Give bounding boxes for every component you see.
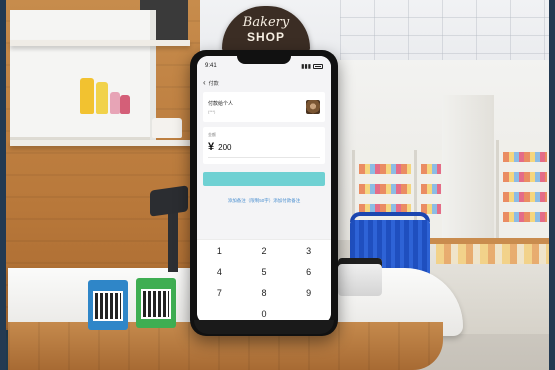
keypad-key[interactable]: 7 (197, 282, 242, 303)
payment-screen: 9:41 ▮▮▮ ‹ 付款 付款给个人 (***) 金额 ¥ 200 添加备注（ (197, 56, 331, 324)
product-bottle (96, 82, 108, 114)
keypad-key[interactable]: 4 (197, 261, 242, 282)
merchant-card: 付款给个人 (***) (203, 92, 325, 122)
keypad-key[interactable]: 8 (242, 282, 287, 303)
frame-edge (0, 0, 6, 370)
nav-title: 付款 (208, 80, 219, 87)
shelf-board (10, 40, 190, 46)
pillar (442, 95, 494, 255)
amount-value: 200 (218, 143, 232, 152)
display-goods (436, 244, 552, 264)
qr-code-stand-blue (88, 280, 128, 330)
receipt-printer (338, 258, 382, 296)
nav-bar: ‹ 付款 (197, 76, 331, 90)
currency-symbol: ¥ (208, 141, 215, 153)
product-box (152, 118, 182, 138)
keypad-key[interactable]: 2 (242, 240, 287, 261)
phone-notch (237, 54, 291, 64)
keypad-key[interactable]: 3 (286, 240, 331, 261)
pos-stand (168, 212, 178, 272)
keypad-key[interactable]: 5 (242, 261, 287, 282)
keypad-key[interactable]: 9 (286, 282, 331, 303)
product-jar (120, 95, 130, 114)
amount-card: 金额 ¥ 200 (203, 127, 325, 164)
add-remark-link[interactable]: 添加备注（限制50字）添加付款备注 (197, 198, 331, 204)
merchant-name: 付款给个人 (208, 101, 234, 107)
pay-button[interactable] (203, 172, 325, 186)
back-arrow-icon[interactable]: ‹ (203, 79, 206, 87)
merchant-sub: (***) (208, 109, 216, 114)
qr-code-stand-green (136, 278, 176, 328)
pos-scanner (150, 185, 188, 217)
battery-icon (313, 63, 323, 69)
signal-icon: ▮▮▮ (301, 63, 311, 70)
product-bottle (80, 78, 94, 114)
status-time: 9:41 (205, 63, 217, 69)
keypad-key[interactable]: 1 (197, 240, 242, 261)
merchant-logo-icon (306, 100, 320, 114)
sign-script-text: Bakery (242, 15, 290, 30)
store-shelf (496, 140, 551, 245)
amount-input[interactable]: ¥ 200 (208, 141, 320, 158)
status-icons: ▮▮▮ (301, 63, 323, 70)
sign-sub-text: SHOP (246, 30, 285, 44)
frame-edge (549, 0, 555, 370)
smartphone: 9:41 ▮▮▮ ‹ 付款 付款给个人 (***) 金额 ¥ 200 添加备注（ (190, 50, 338, 336)
keypad-key[interactable]: 6 (286, 261, 331, 282)
qr-code-icon (141, 289, 171, 319)
amount-label: 金额 (208, 132, 216, 137)
product-jar (110, 92, 120, 114)
qr-code-icon (93, 291, 123, 321)
numeric-keypad: 1 2 3 4 5 6 7 8 9 0 (197, 239, 331, 324)
phone-bottom-bezel (194, 320, 334, 334)
shelf-board (10, 140, 195, 146)
